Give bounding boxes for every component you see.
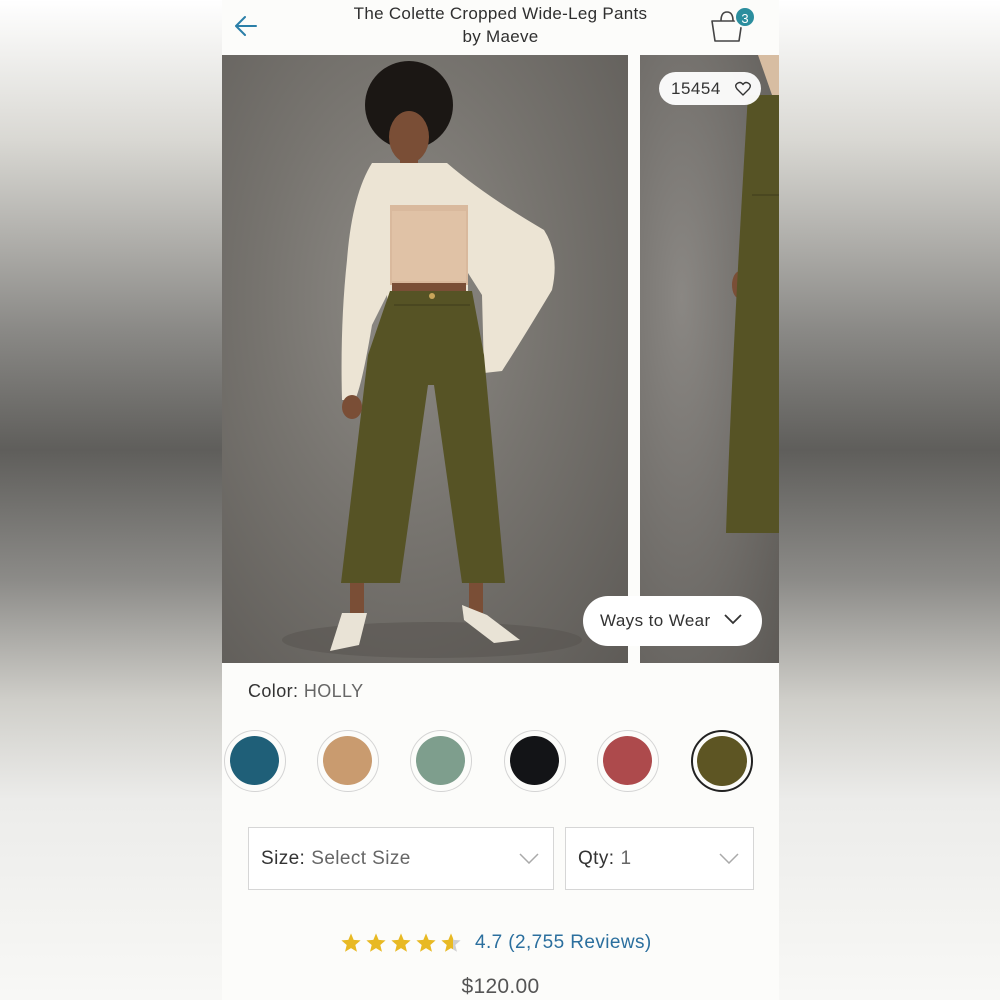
heart-icon: [735, 81, 751, 96]
back-arrow-icon[interactable]: [232, 12, 260, 40]
chevron-down-icon: [719, 853, 739, 864]
product-photo-main[interactable]: [222, 55, 628, 663]
chevron-down-icon: [724, 614, 742, 625]
color-swatch-black[interactable]: [504, 730, 566, 792]
color-label-row: Color: HOLLY: [248, 681, 364, 702]
color-swatch-holly[interactable]: [691, 730, 753, 792]
product-photo-next[interactable]: [640, 55, 779, 663]
ways-to-wear-button[interactable]: Ways to Wear: [583, 596, 762, 646]
rating-row: 4.7 (2,755 Reviews): [340, 929, 652, 957]
color-swatch-camel[interactable]: [317, 730, 379, 792]
bag-count-badge: 3: [734, 6, 756, 28]
color-swatch-teal[interactable]: [224, 730, 286, 792]
color-swatch-rose[interactable]: [597, 730, 659, 792]
star-icon: [341, 933, 361, 952]
selected-color-name: HOLLY: [303, 681, 364, 701]
wishlist-count-button[interactable]: 15454: [659, 72, 761, 105]
qty-label: Qty:: [578, 847, 615, 869]
size-label: Size:: [261, 847, 306, 869]
product-page: The Colette Cropped Wide-Leg Pants by Ma…: [222, 0, 779, 1000]
color-swatch-list: [222, 730, 779, 794]
chevron-down-icon: [519, 853, 539, 864]
model-illustration: [282, 61, 582, 658]
size-value: Select Size: [311, 847, 411, 869]
product-image-gallery[interactable]: 15454 Ways to Wear: [222, 55, 779, 663]
model-illustration-partial: [726, 55, 779, 533]
color-swatch-sage[interactable]: [410, 730, 472, 792]
reviews-link[interactable]: 4.7 (2,755 Reviews): [475, 932, 652, 954]
star-half-icon: [441, 933, 461, 952]
product-price: $120.00: [461, 975, 540, 998]
product-title: The Colette Cropped Wide-Leg Pants by Ma…: [302, 2, 699, 48]
size-select[interactable]: Size: Select Size: [248, 827, 554, 890]
header-bar: The Colette Cropped Wide-Leg Pants by Ma…: [222, 0, 779, 55]
star-icon: [391, 933, 411, 952]
qty-value: 1: [620, 847, 632, 869]
star-icon: [366, 933, 386, 952]
quantity-select[interactable]: Qty: 1: [565, 827, 754, 890]
color-label: Color:: [248, 681, 299, 701]
product-title-line1: The Colette Cropped Wide-Leg Pants: [353, 4, 648, 23]
product-title-line2: by Maeve: [462, 27, 539, 46]
ways-to-wear-label: Ways to Wear: [600, 611, 711, 630]
star-icon: [416, 933, 436, 952]
wishlist-count: 15454: [671, 78, 721, 98]
